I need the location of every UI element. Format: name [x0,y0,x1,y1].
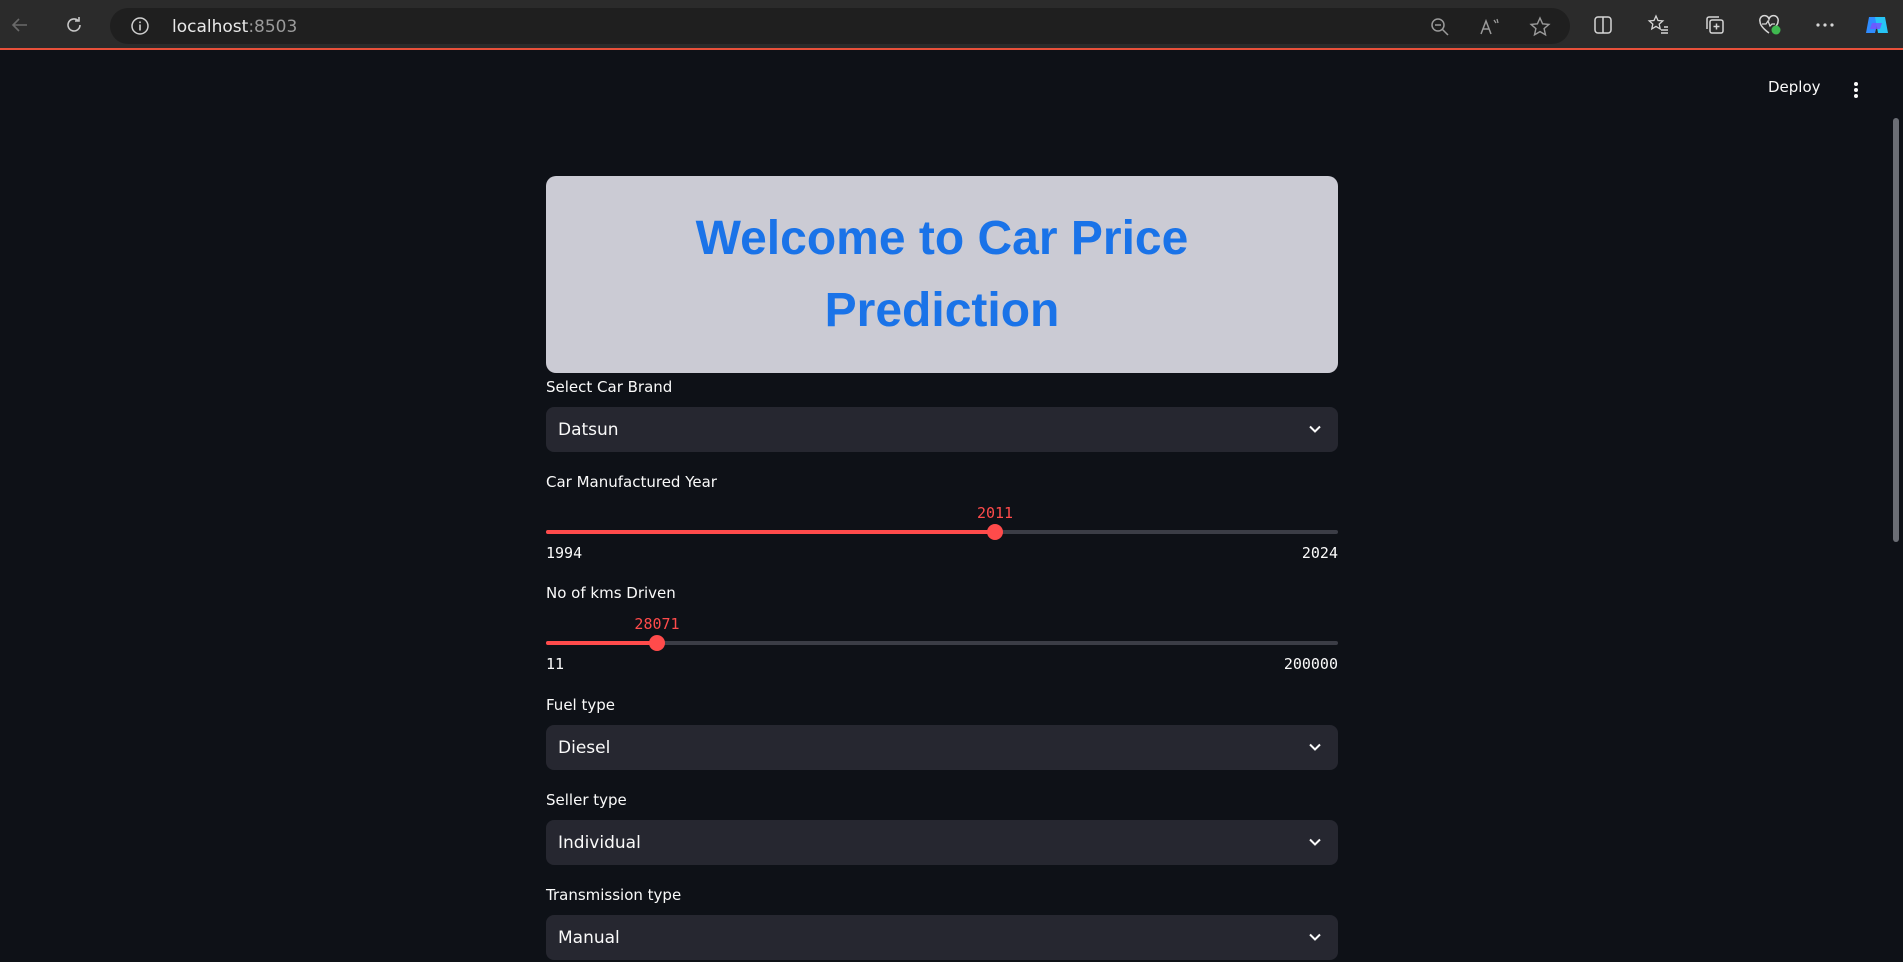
read-aloud-icon[interactable] [1478,15,1502,39]
kms-slider[interactable]: 28071 11 200000 [546,603,1338,673]
year-slider-max: 2024 [1301,544,1338,562]
browser-health-icon[interactable] [1755,10,1785,40]
welcome-banner: Welcome to Car Price Prediction [546,176,1338,373]
transmission-selected-value: Manual [558,927,620,948]
split-screen-icon[interactable] [1588,10,1618,40]
brand-label: Select Car Brand [546,378,673,396]
brand-select[interactable]: Datsun [546,407,1338,452]
url-port: :8503 [248,17,298,37]
url-text[interactable]: localhost:8503 [172,17,297,37]
kms-label: No of kms Driven [546,584,676,602]
favorite-star-icon[interactable] [1528,15,1552,39]
fuel-selected-value: Diesel [558,737,611,758]
year-label: Car Manufactured Year [546,473,717,491]
transmission-label: Transmission type [546,886,682,904]
page-scrollbar[interactable] [1893,118,1899,542]
collections-icon[interactable] [1700,10,1730,40]
kms-slider-value: 28071 [634,615,680,633]
year-slider-thumb[interactable] [987,524,1003,540]
chevron-down-icon [1306,738,1324,756]
copilot-icon[interactable] [1862,10,1892,40]
year-slider-fill [546,530,995,534]
browser-toolbar: localhost:8503 [0,0,1903,50]
main-content: Welcome to Car Price Prediction Select C… [546,176,1338,960]
url-host: localhost [172,17,249,37]
site-info-icon[interactable] [130,16,150,36]
zoom-out-icon[interactable] [1428,15,1452,39]
year-slider[interactable]: 2011 1994 2024 [546,492,1338,562]
kms-slider-max: 200000 [1283,655,1338,673]
chevron-down-icon [1306,833,1324,851]
seller-selected-value: Individual [558,832,641,853]
chevron-down-icon [1306,420,1324,438]
back-arrow-icon[interactable] [4,9,36,41]
kms-slider-min: 11 [546,655,565,673]
kms-slider-thumb[interactable] [649,635,665,651]
brand-selected-value: Datsun [558,419,619,440]
main-menu-icon[interactable] [1846,78,1866,102]
transmission-select[interactable]: Manual [546,915,1338,960]
fuel-select[interactable]: Diesel [546,725,1338,770]
seller-select[interactable]: Individual [546,820,1338,865]
kms-slider-fill [546,641,657,645]
fuel-label: Fuel type [546,696,615,714]
deploy-button[interactable]: Deploy [1768,78,1821,96]
favorites-list-icon[interactable] [1643,10,1673,40]
address-bar[interactable]: localhost:8503 [110,8,1570,44]
year-slider-min: 1994 [546,544,583,562]
page-title: Welcome to Car Price Prediction [695,211,1189,337]
app-page: Deploy Welcome to Car Price Prediction S… [0,50,1903,962]
seller-label: Seller type [546,791,627,809]
more-options-icon[interactable] [1810,10,1840,40]
refresh-icon[interactable] [58,9,90,41]
year-slider-value: 2011 [976,504,1014,522]
chevron-down-icon [1306,928,1324,946]
